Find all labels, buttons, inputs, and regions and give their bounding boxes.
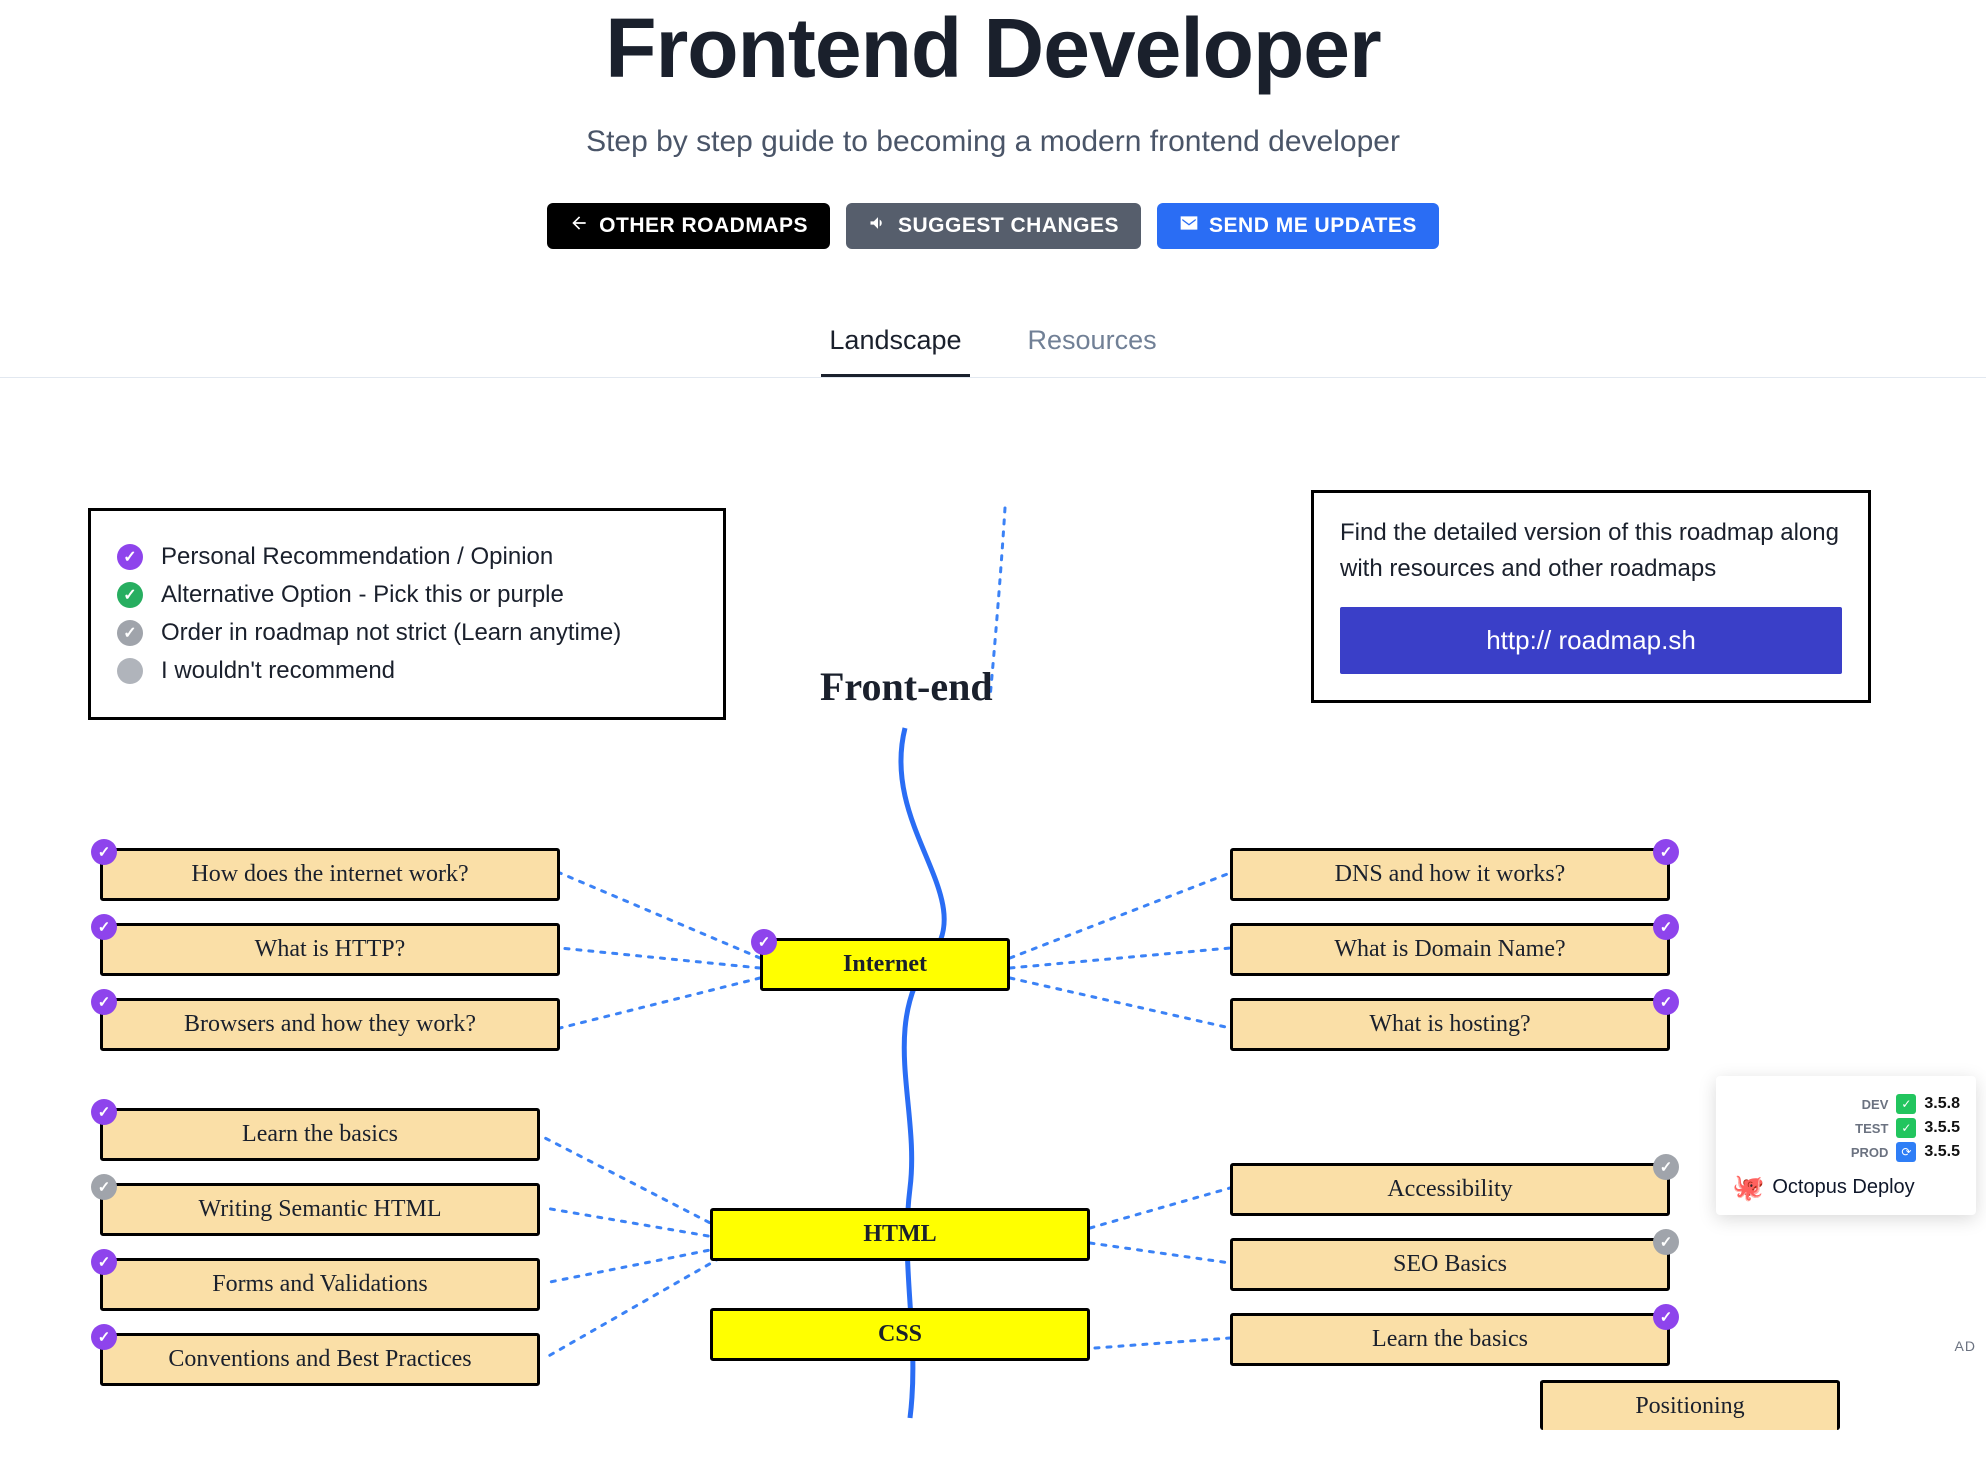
roadmap-canvas: Personal Recommendation / Opinion Altern… <box>0 468 1986 1468</box>
legend-item: Alternative Option - Pick this or purple <box>117 581 697 609</box>
ad-env-row: TEST ✓ 3.5.5 <box>1732 1118 1960 1138</box>
badge-purple-icon <box>1653 989 1679 1015</box>
node-label: Accessibility <box>1387 1176 1512 1202</box>
diagram-title: Front-end <box>820 663 993 710</box>
badge-purple-icon <box>1653 1304 1679 1330</box>
node-html-left-0[interactable]: Learn the basics <box>100 1108 540 1161</box>
check-icon: ✓ <box>1896 1118 1916 1138</box>
badge-purple-icon <box>91 1099 117 1125</box>
badge-purple-icon <box>91 1324 117 1350</box>
tab-bar: Landscape Resources <box>0 309 1986 378</box>
legend-solid-icon <box>117 658 143 684</box>
node-label: DNS and how it works? <box>1335 861 1566 887</box>
send-updates-label: SEND ME UPDATES <box>1209 214 1417 238</box>
node-html-right-0[interactable]: Accessibility <box>1230 1163 1670 1216</box>
ad-brand-label: Octopus Deploy <box>1772 1176 1914 1199</box>
arrow-left-icon <box>569 213 589 239</box>
legend-gray-label: Order in roadmap not strict (Learn anyti… <box>161 619 621 647</box>
tab-landscape[interactable]: Landscape <box>821 309 969 377</box>
other-roadmaps-label: OTHER ROADMAPS <box>599 214 808 238</box>
suggest-changes-label: SUGGEST CHANGES <box>898 214 1119 238</box>
node-label: What is Domain Name? <box>1334 936 1565 962</box>
node-internet-right-1[interactable]: What is Domain Name? <box>1230 923 1670 976</box>
badge-gray-icon <box>1653 1229 1679 1255</box>
legend-green-label: Alternative Option - Pick this or purple <box>161 581 564 609</box>
action-button-row: OTHER ROADMAPS SUGGEST CHANGES SEND ME U… <box>0 203 1986 249</box>
ad-env-row: DEV ✓ 3.5.8 <box>1732 1094 1960 1114</box>
node-html-left-3[interactable]: Conventions and Best Practices <box>100 1333 540 1386</box>
promo-link-button[interactable]: http:// roadmap.sh <box>1340 607 1842 674</box>
node-label: SEO Basics <box>1393 1251 1507 1277</box>
megaphone-icon <box>868 213 888 239</box>
legend-item: Order in roadmap not strict (Learn anyti… <box>117 619 697 647</box>
badge-purple-icon <box>1653 839 1679 865</box>
node-html-right-1[interactable]: SEO Basics <box>1230 1238 1670 1291</box>
badge-purple-icon <box>91 914 117 940</box>
legend-purple-label: Personal Recommendation / Opinion <box>161 543 553 571</box>
node-internet-left-2[interactable]: Browsers and how they work? <box>100 998 560 1051</box>
node-css-positioning[interactable]: Positioning <box>1540 1380 1840 1430</box>
ad-env-row: PROD ⟳ 3.5.5 <box>1732 1142 1960 1162</box>
other-roadmaps-button[interactable]: OTHER ROADMAPS <box>547 203 830 249</box>
legend-item: Personal Recommendation / Opinion <box>117 543 697 571</box>
node-label: Learn the basics <box>242 1121 398 1147</box>
suggest-changes-button[interactable]: SUGGEST CHANGES <box>846 203 1141 249</box>
node-html-right-2[interactable]: Learn the basics <box>1230 1313 1670 1366</box>
envelope-icon <box>1179 213 1199 239</box>
send-updates-button[interactable]: SEND ME UPDATES <box>1157 203 1439 249</box>
ad-env-label: TEST <box>1844 1121 1888 1136</box>
badge-gray-icon <box>91 1174 117 1200</box>
promo-box: Find the detailed version of this roadma… <box>1311 490 1871 703</box>
node-css-label: CSS <box>878 1321 922 1347</box>
ad-tag: AD <box>1955 1338 1976 1354</box>
ad-env-label: DEV <box>1844 1097 1888 1112</box>
legend-gray-icon <box>117 620 143 646</box>
ad-env-version: 3.5.8 <box>1924 1095 1960 1113</box>
badge-purple-icon <box>751 929 777 955</box>
legend-item: I wouldn't recommend <box>117 657 697 685</box>
badge-purple-icon <box>1653 914 1679 940</box>
badge-gray-icon <box>1653 1154 1679 1180</box>
ad-env-version: 3.5.5 <box>1924 1119 1960 1137</box>
node-label: Conventions and Best Practices <box>168 1346 471 1372</box>
node-label: What is hosting? <box>1369 1011 1530 1037</box>
node-internet-left-0[interactable]: How does the internet work? <box>100 848 560 901</box>
node-internet[interactable]: Internet <box>760 938 1010 991</box>
legend-box: Personal Recommendation / Opinion Altern… <box>88 508 726 720</box>
node-html-left-1[interactable]: Writing Semantic HTML <box>100 1183 540 1236</box>
legend-green-icon <box>117 582 143 608</box>
node-internet-right-2[interactable]: What is hosting? <box>1230 998 1670 1051</box>
octopus-icon: 🐙 <box>1732 1172 1764 1203</box>
promo-text: Find the detailed version of this roadma… <box>1340 515 1842 587</box>
legend-purple-icon <box>117 544 143 570</box>
ad-env-label: PROD <box>1844 1145 1888 1160</box>
tab-resources[interactable]: Resources <box>1020 309 1165 377</box>
ad-widget[interactable]: DEV ✓ 3.5.8 TEST ✓ 3.5.5 PROD ⟳ 3.5.5 🐙 … <box>1716 1076 1976 1215</box>
node-label: Browsers and how they work? <box>184 1011 476 1037</box>
node-html-left-2[interactable]: Forms and Validations <box>100 1258 540 1311</box>
node-internet-right-0[interactable]: DNS and how it works? <box>1230 848 1670 901</box>
node-label: Positioning <box>1635 1393 1744 1419</box>
badge-purple-icon <box>91 989 117 1015</box>
sync-icon: ⟳ <box>1896 1142 1916 1162</box>
node-html-label: HTML <box>863 1221 936 1247</box>
node-html[interactable]: HTML <box>710 1208 1090 1261</box>
node-label: Forms and Validations <box>212 1271 428 1297</box>
node-label: Learn the basics <box>1372 1326 1528 1352</box>
badge-purple-icon <box>91 839 117 865</box>
node-css[interactable]: CSS <box>710 1308 1090 1361</box>
ad-brand-row: 🐙 Octopus Deploy <box>1732 1172 1960 1203</box>
node-label: How does the internet work? <box>191 861 468 887</box>
page-title: Frontend Developer <box>0 0 1986 97</box>
badge-purple-icon <box>91 1249 117 1275</box>
node-internet-left-1[interactable]: What is HTTP? <box>100 923 560 976</box>
node-internet-label: Internet <box>843 951 927 977</box>
legend-solid-label: I wouldn't recommend <box>161 657 395 685</box>
page-subtitle: Step by step guide to becoming a modern … <box>0 125 1986 159</box>
node-label: What is HTTP? <box>255 936 406 962</box>
check-icon: ✓ <box>1896 1094 1916 1114</box>
node-label: Writing Semantic HTML <box>199 1196 442 1222</box>
ad-env-version: 3.5.5 <box>1924 1143 1960 1161</box>
